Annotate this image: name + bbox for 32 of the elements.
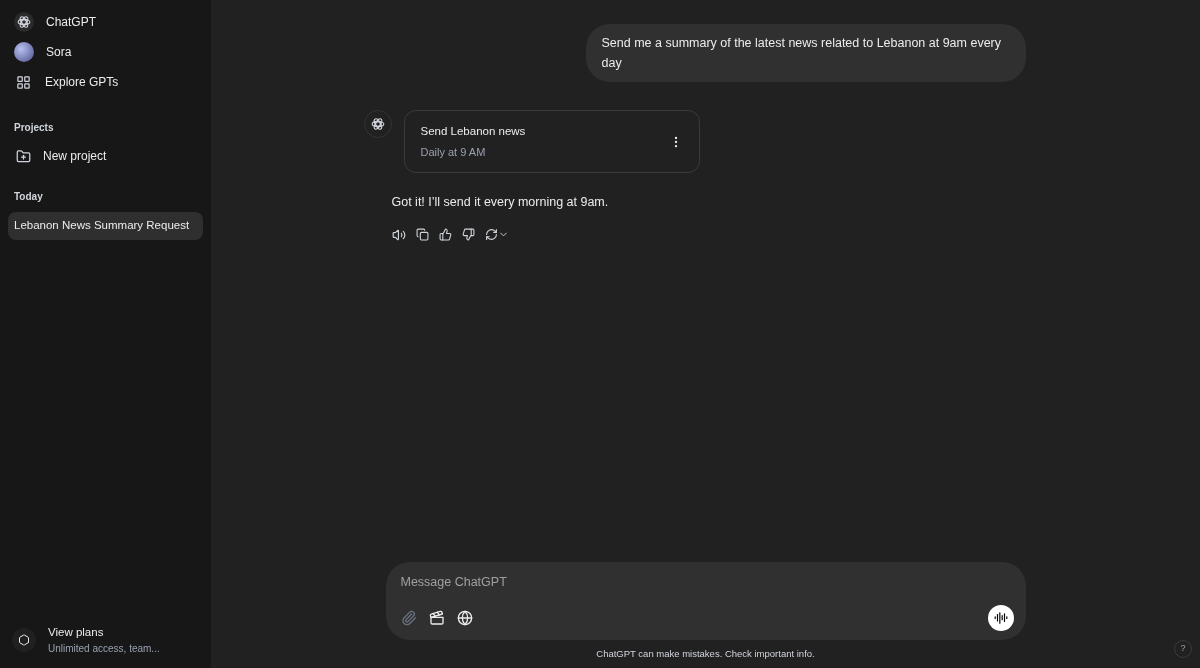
plans-subtitle: Unlimited access, team... bbox=[48, 642, 160, 656]
task-card[interactable]: Send Lebanon news Daily at 9 AM bbox=[403, 110, 700, 173]
user-message: Send me a summary of the latest news related to Lebanon at 9am every day bbox=[585, 24, 1026, 82]
thumbs-down-icon[interactable] bbox=[461, 228, 475, 242]
voice-button[interactable] bbox=[987, 604, 1014, 631]
sidebar-nav-item[interactable]: ChatGPT bbox=[8, 8, 203, 36]
globe-icon[interactable] bbox=[456, 609, 473, 626]
folder-plus-icon bbox=[16, 148, 31, 164]
task-title: Send Lebanon news bbox=[420, 123, 526, 139]
regenerate-icon[interactable] bbox=[484, 228, 498, 242]
thumbs-up-icon[interactable] bbox=[438, 228, 452, 242]
logo-icon bbox=[17, 15, 31, 29]
speaker-icon[interactable] bbox=[391, 227, 406, 242]
new-project-item[interactable]: New project bbox=[8, 143, 203, 169]
section-heading: Projects bbox=[13, 121, 55, 135]
audio-wave-icon bbox=[993, 610, 1008, 625]
sidebar-nav-item[interactable]: Sora bbox=[8, 38, 203, 66]
assistant-logo-icon bbox=[370, 117, 385, 131]
view-plans-item[interactable]: View plans Unlimited access, team... bbox=[8, 623, 203, 656]
sidebar-nav-item[interactable]: Explore GPTs bbox=[8, 68, 203, 96]
copy-icon[interactable] bbox=[415, 228, 429, 242]
assistant-reply: Got it! I’ll send it every morning at 9am. bbox=[391, 194, 610, 211]
hexagon-icon bbox=[18, 633, 30, 646]
message-input[interactable]: Message ChatGPT bbox=[397, 572, 1014, 592]
paperclip-icon[interactable] bbox=[400, 609, 417, 626]
chat-history-item[interactable]: Lebanon News Summary Request bbox=[8, 212, 203, 240]
section-heading: Today bbox=[13, 190, 44, 204]
grid-icon bbox=[16, 74, 31, 90]
task-schedule: Daily at 9 AM bbox=[420, 144, 487, 160]
plans-title: View plans bbox=[48, 624, 105, 640]
disclaimer: ChatGPT can make mistakes. Check important info. bbox=[595, 646, 816, 661]
avatar-icon bbox=[14, 42, 34, 62]
